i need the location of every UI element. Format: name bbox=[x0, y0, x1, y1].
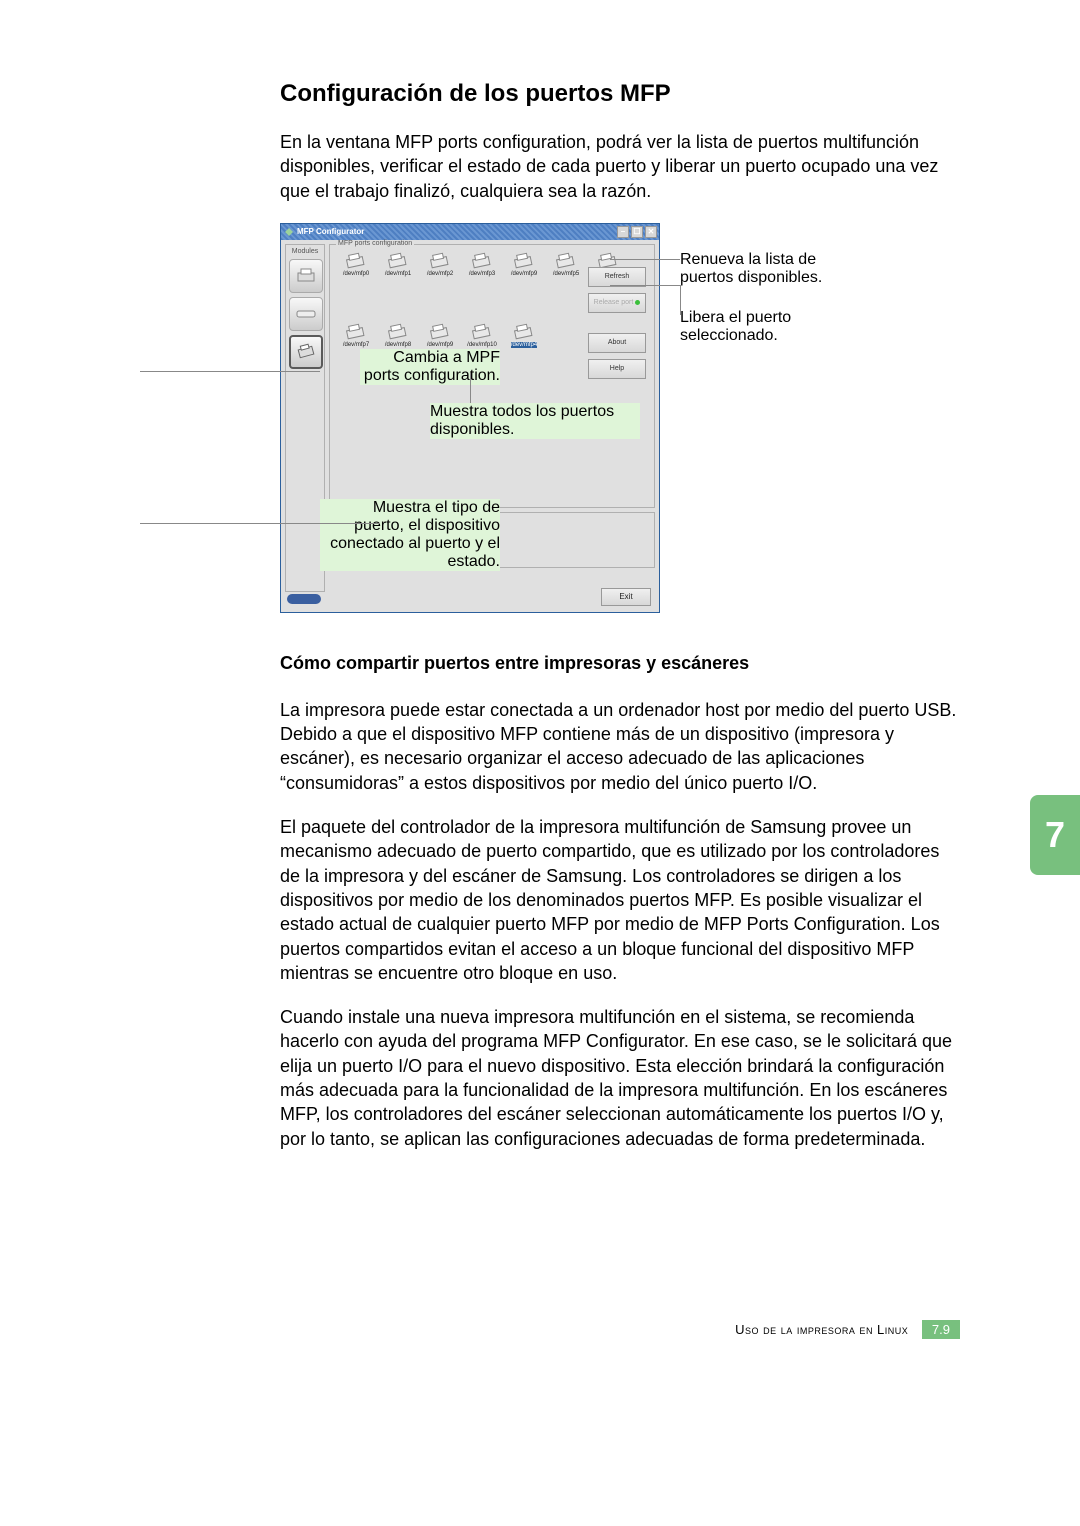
port-item[interactable]: /dev/mfp1 bbox=[378, 251, 418, 318]
port-item[interactable]: /dev/mfp9 bbox=[504, 251, 544, 318]
callout-modules: Cambia a MPF ports configuration. bbox=[360, 349, 500, 385]
chapter-tab: 7 bbox=[1030, 795, 1080, 875]
modules-panel: Modules bbox=[285, 244, 325, 592]
printer-icon bbox=[342, 251, 370, 271]
printer-icon bbox=[384, 251, 412, 271]
exit-button[interactable]: Exit bbox=[601, 588, 651, 606]
callout-release: Libera el puerto seleccionado. bbox=[680, 309, 860, 345]
module-ports-icon[interactable] bbox=[289, 335, 323, 369]
printer-icon bbox=[510, 322, 538, 342]
section-heading: Configuración de los puertos MFP bbox=[280, 80, 960, 108]
footer-page-number: 7.9 bbox=[922, 1320, 960, 1339]
scanner-icon bbox=[295, 307, 317, 321]
window-title: MFP Configurator bbox=[297, 227, 364, 236]
module-printers-icon[interactable] bbox=[289, 259, 323, 293]
printer-icon bbox=[468, 251, 496, 271]
page-footer: Uso de la impresora en Linux 7.9 bbox=[280, 1320, 960, 1339]
printer-icon bbox=[426, 251, 454, 271]
configurator-figure: MFP Configurator – ☐ ✕ Modules bbox=[280, 223, 960, 623]
paragraph-1: La impresora puede estar conectada a un … bbox=[280, 698, 960, 795]
port-item[interactable]: /dev/mfp0 bbox=[336, 251, 376, 318]
release-dot-icon bbox=[635, 300, 640, 305]
window-minimize-icon[interactable]: – bbox=[617, 226, 629, 238]
release-port-label: Release port bbox=[594, 299, 634, 306]
printer-icon bbox=[510, 251, 538, 271]
window-icon bbox=[284, 227, 294, 237]
printer-icon bbox=[342, 322, 370, 342]
brand-logo bbox=[287, 594, 321, 606]
printer-icon bbox=[426, 322, 454, 342]
callout-selected-port: Muestra el tipo de puerto, el dispositiv… bbox=[320, 499, 500, 571]
footer-chapter-name: Uso de la impresora en Linux bbox=[735, 1322, 908, 1337]
printer-icon bbox=[384, 322, 412, 342]
modules-label: Modules bbox=[289, 248, 321, 255]
paragraph-3: Cuando instale una nueva impresora multi… bbox=[280, 1005, 960, 1151]
printer-icon bbox=[552, 251, 580, 271]
refresh-button[interactable]: Refresh bbox=[588, 267, 646, 287]
callout-ports-box: Muestra todos los puertos disponibles. bbox=[430, 403, 640, 439]
module-scanners-icon[interactable] bbox=[289, 297, 323, 331]
window-maximize-icon[interactable]: ☐ bbox=[631, 226, 643, 238]
paragraph-2: El paquete del controlador de la impreso… bbox=[280, 815, 960, 985]
window-titlebar: MFP Configurator – ☐ ✕ bbox=[281, 224, 659, 240]
port-icon bbox=[293, 340, 319, 363]
ports-legend: MFP ports configuration bbox=[336, 240, 414, 247]
port-item[interactable]: /dev/mfp4 bbox=[504, 322, 544, 389]
subsection-heading: Cómo compartir puertos entre impresoras … bbox=[280, 653, 960, 674]
port-item[interactable]: /dev/mfp5 bbox=[546, 251, 586, 318]
port-item[interactable]: /dev/mfp3 bbox=[462, 251, 502, 318]
callout-refresh: Renueva la lista de puertos disponibles. bbox=[680, 251, 870, 287]
port-item[interactable]: /dev/mfp2 bbox=[420, 251, 460, 318]
help-button[interactable]: Help bbox=[588, 359, 646, 379]
release-port-button[interactable]: Release port bbox=[588, 293, 646, 313]
intro-paragraph: En la ventana MFP ports configuration, p… bbox=[280, 130, 960, 203]
printer-icon bbox=[295, 267, 317, 285]
about-button[interactable]: About bbox=[588, 333, 646, 353]
printer-icon bbox=[468, 322, 496, 342]
window-close-icon[interactable]: ✕ bbox=[645, 226, 657, 238]
